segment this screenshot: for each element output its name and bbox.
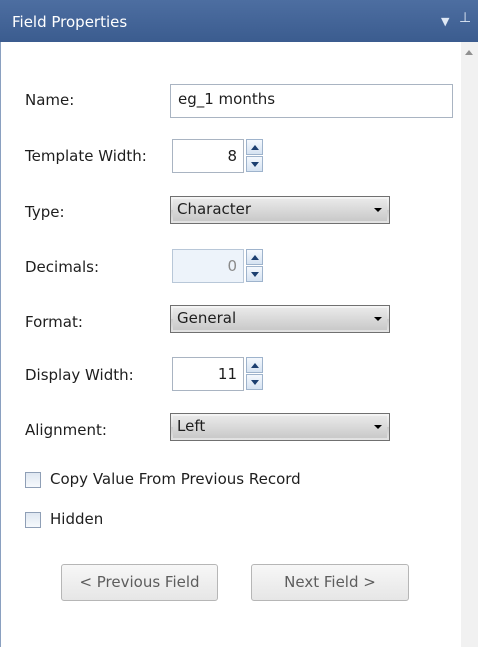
alignment-select[interactable]: Left <box>170 413 390 441</box>
hidden-label[interactable]: Hidden <box>50 510 103 528</box>
display-width-up-icon[interactable] <box>246 357 263 373</box>
template-width-down-icon[interactable] <box>246 156 263 172</box>
name-input[interactable]: eg_1 months <box>170 84 453 118</box>
hidden-checkbox[interactable] <box>25 512 41 528</box>
decimals-label: Decimals: <box>25 258 100 276</box>
scroll-up-arrow-icon[interactable] <box>465 50 473 55</box>
format-label: Format: <box>25 313 83 331</box>
pin-icon[interactable]: ⊥ <box>459 10 471 26</box>
chevron-down-icon <box>374 317 382 321</box>
type-select[interactable]: Character <box>170 196 390 224</box>
vertical-scrollbar[interactable] <box>461 42 478 647</box>
chevron-down-icon <box>374 425 382 429</box>
panel-title-bar: Field Properties ▼ ⊥ <box>0 0 478 42</box>
copy-value-checkbox[interactable] <box>25 472 41 488</box>
dropdown-arrow-icon[interactable]: ▼ <box>441 15 449 28</box>
decimals-input[interactable]: 0 <box>172 249 244 283</box>
name-input-value: eg_1 months <box>178 90 276 108</box>
display-width-down-icon[interactable] <box>246 374 263 390</box>
previous-field-button[interactable]: < Previous Field <box>61 564 218 601</box>
alignment-label: Alignment: <box>25 421 107 439</box>
decimals-stepper[interactable]: 0 <box>172 249 264 283</box>
alignment-select-value: Left <box>177 417 206 435</box>
type-label: Type: <box>25 203 65 221</box>
next-field-button[interactable]: Next Field > <box>251 564 409 601</box>
template-width-label: Template Width: <box>25 147 147 165</box>
template-width-input[interactable]: 8 <box>172 139 244 173</box>
template-width-value: 8 <box>227 147 237 165</box>
copy-value-label[interactable]: Copy Value From Previous Record <box>50 470 301 488</box>
display-width-stepper[interactable]: 11 <box>172 357 264 391</box>
display-width-value: 11 <box>217 365 237 383</box>
decimals-down-icon[interactable] <box>246 266 263 282</box>
template-width-up-icon[interactable] <box>246 139 263 155</box>
template-width-stepper[interactable]: 8 <box>172 139 264 173</box>
decimals-value: 0 <box>227 257 237 275</box>
type-select-value: Character <box>177 200 252 218</box>
decimals-up-icon[interactable] <box>246 249 263 265</box>
name-label: Name: <box>25 91 75 109</box>
display-width-label: Display Width: <box>25 366 134 384</box>
field-properties-panel <box>0 42 461 647</box>
format-select-value: General <box>177 309 237 327</box>
panel-title: Field Properties <box>12 13 128 31</box>
format-select[interactable]: General <box>170 305 390 333</box>
chevron-down-icon <box>374 208 382 212</box>
display-width-input[interactable]: 11 <box>172 357 244 391</box>
